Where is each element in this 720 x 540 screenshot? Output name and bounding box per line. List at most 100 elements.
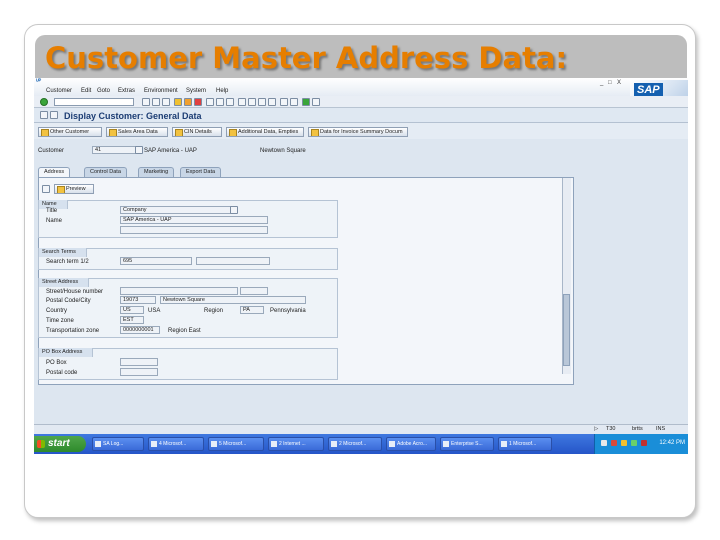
- sap-gui-window: ᵁᴾ Customer Edit Goto Extras Environment…: [34, 78, 688, 454]
- system-tray: 12:42 PM: [594, 434, 688, 454]
- windows-taskbar: start SA Log... 4 Microsof... 5 Microsof…: [34, 434, 688, 454]
- tray-antivirus-icon[interactable]: [641, 440, 647, 446]
- enter-icon[interactable]: [40, 98, 48, 106]
- time-zone-field[interactable]: EST: [120, 316, 144, 324]
- slide-title-bar: Customer Master Address Data:: [35, 35, 687, 81]
- command-field[interactable]: [54, 98, 134, 106]
- first-page-icon[interactable]: [238, 98, 246, 106]
- find-next-icon[interactable]: [226, 98, 234, 106]
- task-adobe-acrobat[interactable]: Adobe Acro...: [386, 437, 436, 451]
- minimize-button[interactable]: _: [600, 80, 603, 86]
- tab-export-data[interactable]: Export Data: [180, 167, 222, 177]
- title-dropdown-icon[interactable]: [230, 206, 238, 214]
- menu-help[interactable]: Help: [216, 88, 228, 94]
- po-postal-code-field[interactable]: [120, 368, 158, 376]
- tray-update-icon[interactable]: [631, 440, 637, 446]
- back-icon[interactable]: [142, 98, 150, 106]
- search-term-label: Search term 1/2: [46, 259, 89, 265]
- country-name: USA: [148, 308, 161, 314]
- preview-button[interactable]: Preview: [54, 184, 94, 194]
- start-button[interactable]: start: [34, 436, 86, 452]
- tray-network-icon[interactable]: [601, 440, 607, 446]
- task-sap-logon[interactable]: SA Log...: [92, 437, 144, 451]
- help-icon[interactable]: [302, 98, 310, 106]
- customer-name: SAP America - UAP: [144, 148, 197, 154]
- street-field[interactable]: [120, 287, 238, 295]
- find-icon[interactable]: [216, 98, 224, 106]
- additional-data-empties-button[interactable]: Additional Data, Empties: [226, 127, 304, 137]
- postal-code-field[interactable]: 19073: [120, 296, 156, 304]
- maximize-button[interactable]: □: [608, 80, 612, 86]
- menu-edit[interactable]: Edit: [81, 88, 91, 94]
- po-box-label: PO Box: [46, 360, 67, 366]
- tab-marketing[interactable]: Marketing: [138, 167, 175, 177]
- taskbar-clock: 12:42 PM: [659, 440, 685, 446]
- menu-goto[interactable]: Goto: [97, 88, 110, 94]
- search-term-2-field[interactable]: [196, 257, 270, 265]
- search-terms-group-title: Search Terms: [39, 248, 87, 257]
- screen-title-bar: Display Customer: General Data: [34, 108, 688, 123]
- title-label: Title: [46, 208, 58, 214]
- other-customer-button[interactable]: Other Customer: [38, 127, 102, 137]
- previous-page-icon[interactable]: [248, 98, 256, 106]
- postal-code-city-label: Postal Code/City: [46, 298, 91, 304]
- status-expand-icon[interactable]: ▷: [594, 426, 598, 432]
- scrollbar-thumb[interactable]: [563, 294, 570, 366]
- name-field[interactable]: SAP America - UAP: [120, 216, 268, 224]
- task-internet-2[interactable]: 2 Internet ...: [268, 437, 324, 451]
- customer-field[interactable]: 41: [92, 146, 138, 154]
- house-number-field[interactable]: [240, 287, 268, 295]
- task-microsoft-4[interactable]: 4 Microsof...: [148, 437, 204, 451]
- task-microsoft-5[interactable]: 5 Microsof...: [208, 437, 264, 451]
- customer-search-help-icon[interactable]: [135, 146, 143, 154]
- task-microsoft-1[interactable]: 1 Microsof...: [498, 437, 552, 451]
- cancel-icon[interactable]: [194, 98, 202, 106]
- street-address-group-title: Street Address: [39, 278, 90, 287]
- shortcut-icon[interactable]: [290, 98, 298, 106]
- task-microsoft-2[interactable]: 2 Microsof...: [328, 437, 382, 451]
- tray-security-icon[interactable]: [611, 440, 617, 446]
- status-system: T30: [606, 426, 616, 432]
- menu-extras[interactable]: Extras: [118, 88, 135, 94]
- title-field[interactable]: Company: [120, 206, 232, 214]
- cin-details-button[interactable]: CIN Details: [172, 127, 222, 137]
- status-client: brtts: [632, 426, 643, 432]
- search-term-1-field[interactable]: 695: [120, 257, 192, 265]
- po-box-field[interactable]: [120, 358, 158, 366]
- transportation-zone-name: Region East: [168, 328, 201, 334]
- new-session-icon[interactable]: [280, 98, 288, 106]
- city-field[interactable]: Newtown Square: [160, 296, 306, 304]
- country-field[interactable]: US: [120, 306, 144, 314]
- back-green-icon[interactable]: [174, 98, 182, 106]
- time-zone-label: Time zone: [46, 318, 74, 324]
- name2-field[interactable]: [120, 226, 268, 234]
- menu-system[interactable]: System: [186, 88, 206, 94]
- print-icon[interactable]: [206, 98, 214, 106]
- transportation-zone-field[interactable]: 0000000001: [120, 326, 160, 334]
- exit-icon[interactable]: [184, 98, 192, 106]
- tab-control-data[interactable]: Control Data: [84, 167, 127, 177]
- menu-bar: ᵁᴾ Customer Edit Goto Extras Environment…: [34, 78, 688, 96]
- country-label: Country: [46, 308, 68, 314]
- invoice-summary-button[interactable]: Data for Invoice Summary Docum: [308, 127, 408, 137]
- address-version-icon[interactable]: [42, 185, 50, 193]
- status-bar: ▷ T30 brtts INS: [34, 424, 688, 434]
- forward-icon[interactable]: [152, 98, 160, 106]
- close-button[interactable]: X: [617, 80, 621, 86]
- task-enterprise[interactable]: Enterprise S...: [440, 437, 494, 451]
- tray-volume-icon[interactable]: [621, 440, 627, 446]
- tab-address[interactable]: Address: [38, 167, 71, 177]
- other-object-icon[interactable]: [50, 111, 58, 119]
- po-box-group-title: PO Box Address: [39, 348, 94, 357]
- last-page-icon[interactable]: [268, 98, 276, 106]
- sales-area-data-button[interactable]: Sales Area Data: [106, 127, 168, 137]
- screen-title: Display Customer: General Data: [64, 111, 202, 121]
- display-change-icon[interactable]: [40, 111, 48, 119]
- next-page-icon[interactable]: [258, 98, 266, 106]
- menu-customer[interactable]: Customer: [46, 88, 72, 94]
- sap-window-icon: ᵁᴾ: [36, 79, 42, 85]
- layout-icon[interactable]: [312, 98, 320, 106]
- region-field[interactable]: PA: [240, 306, 264, 314]
- save-icon[interactable]: [162, 98, 170, 106]
- menu-environment[interactable]: Environment: [144, 88, 178, 94]
